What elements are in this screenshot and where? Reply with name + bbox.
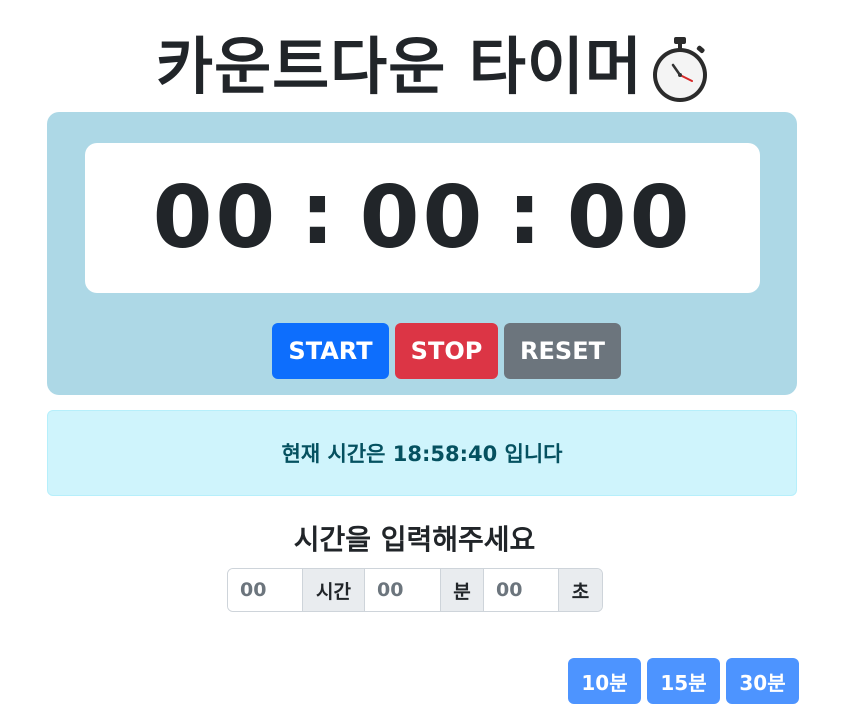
timer-minutes: 00 (359, 168, 486, 268)
preset-10min-button[interactable]: 10분 (568, 658, 641, 704)
minutes-input[interactable] (365, 569, 440, 611)
timer-separator: : (300, 164, 338, 264)
minutes-unit-label: 분 (440, 569, 484, 611)
preset-30min-button[interactable]: 30분 (726, 658, 799, 704)
header: 카운트다운 타이머 (0, 22, 867, 112)
timer-separator: : (507, 164, 545, 264)
timer-panel: 00 : 00 : 00 START STOP RESET (47, 112, 797, 395)
current-time-alert: 현재 시간은 18:58:40 입니다 (47, 410, 797, 496)
hours-input[interactable] (228, 569, 302, 611)
seconds-unit-label: 초 (558, 569, 602, 611)
current-time-text: 현재 시간은 18:58:40 입니다 (281, 442, 563, 466)
timer-seconds: 00 (566, 168, 693, 268)
time-input-group: 시간 분 초 (227, 568, 603, 612)
seconds-input[interactable] (484, 569, 558, 611)
timer-hours: 00 (152, 168, 279, 268)
time-readout: 00 : 00 : 00 (152, 164, 693, 268)
start-button[interactable]: START (272, 323, 389, 379)
preset-buttons: 10분 15분 30분 (568, 658, 799, 704)
stopwatch-icon (652, 37, 707, 102)
countdown-timer-page: 카운트다운 타이머 00 : 00 : 00 START STOP RESET (0, 0, 867, 727)
timer-display: 00 : 00 : 00 (85, 143, 760, 293)
timer-controls: START STOP RESET (272, 323, 621, 379)
stop-button[interactable]: STOP (395, 323, 498, 379)
hours-unit-label: 시간 (302, 569, 365, 611)
page-title: 카운트다운 타이머 (156, 30, 643, 103)
preset-15min-button[interactable]: 15분 (647, 658, 720, 704)
reset-button[interactable]: RESET (504, 323, 621, 379)
input-section-title: 시간을 입력해주세요 (293, 523, 536, 556)
